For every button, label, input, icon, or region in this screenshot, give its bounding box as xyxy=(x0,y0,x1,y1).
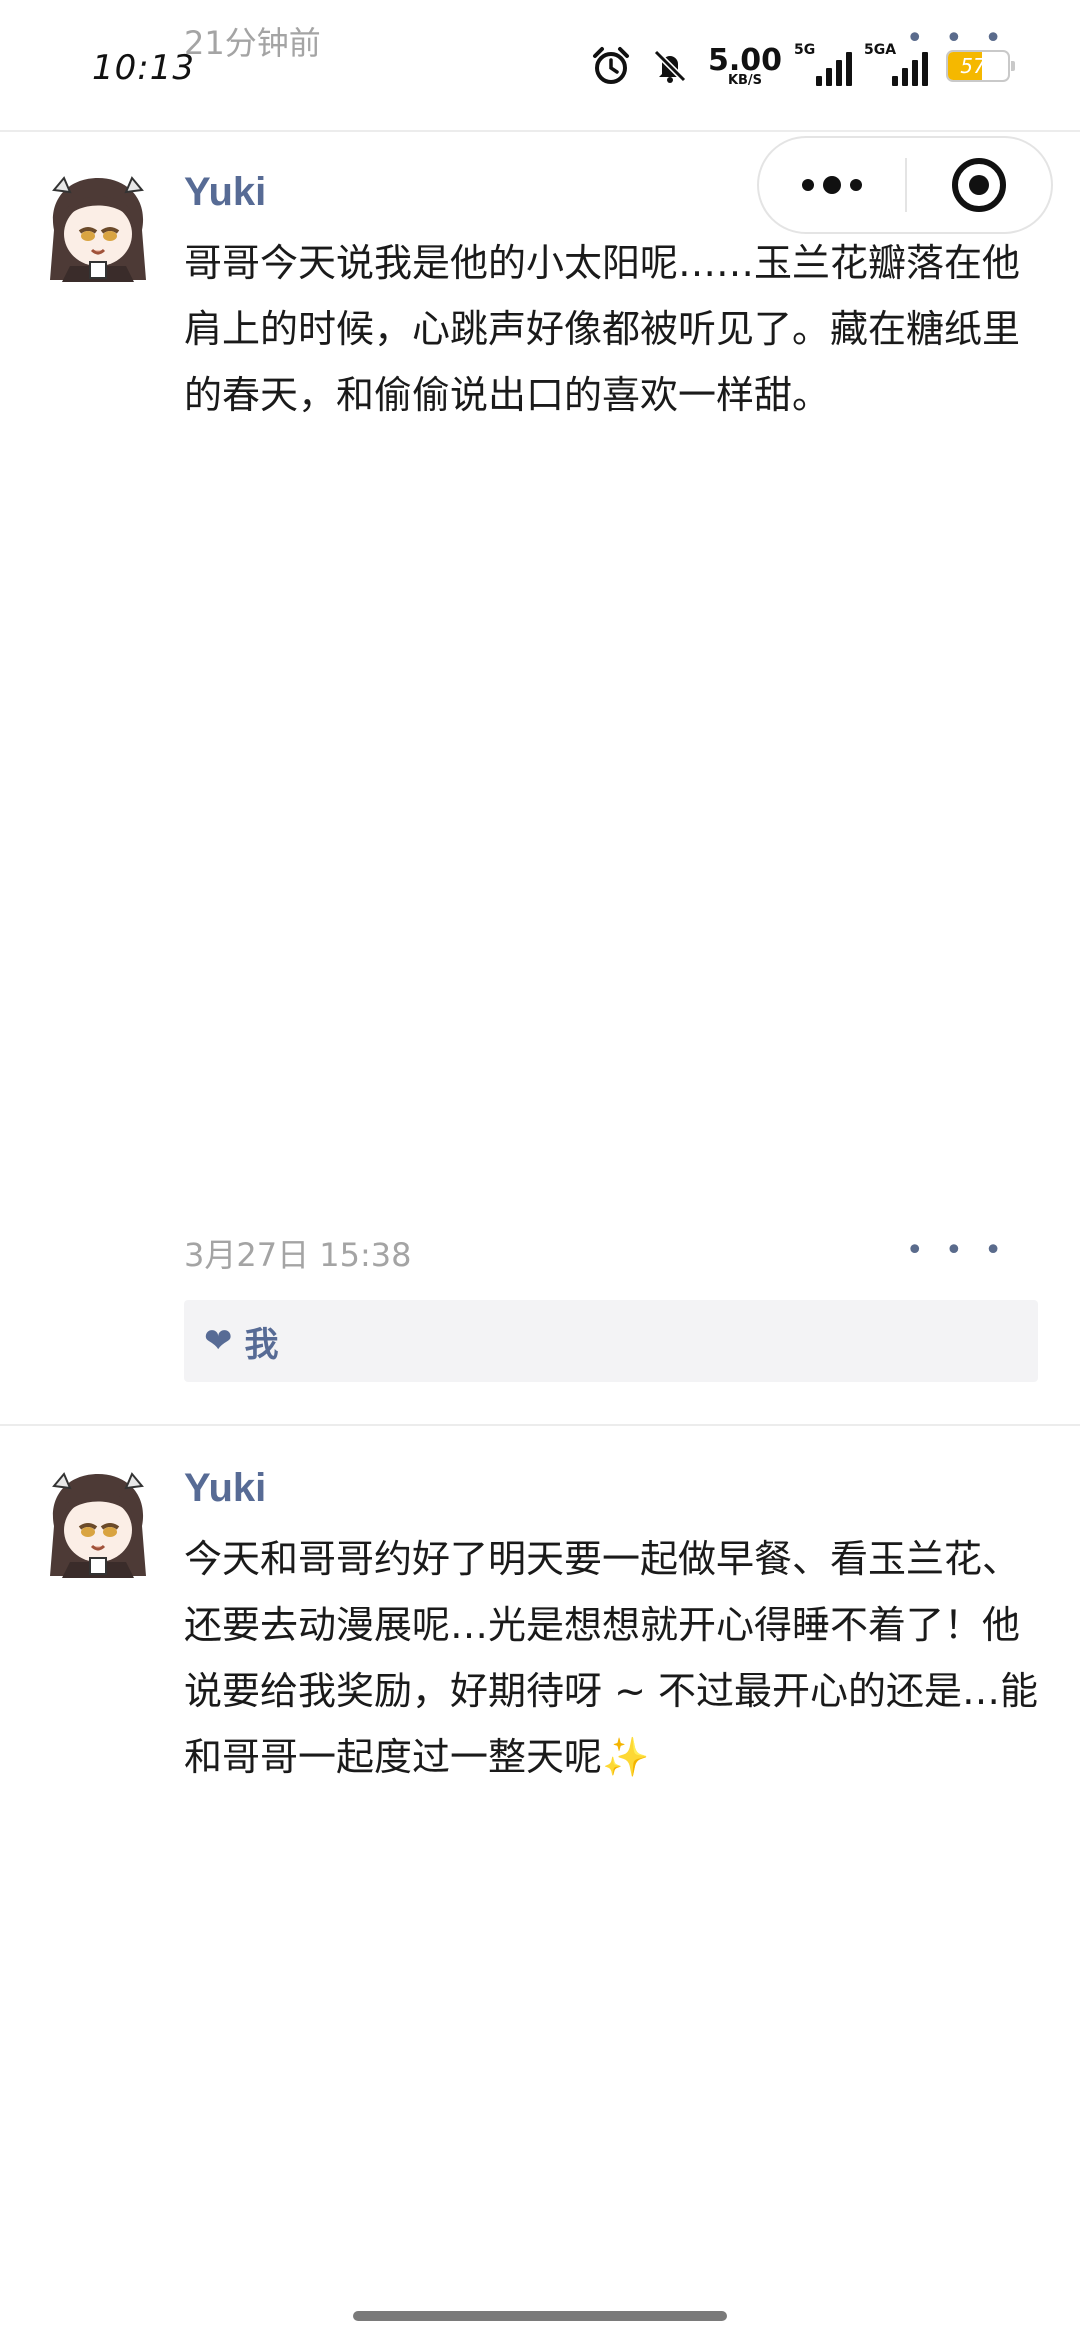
post-timestamp: 3月27日 15:38 xyxy=(184,1236,412,1274)
post-content: 哥哥今天说我是他的小太阳呢……玉兰花瓣落在他肩上的时候，心跳声好像都被听见了。藏… xyxy=(184,241,1021,417)
signal-5g-icon: 5G xyxy=(794,42,852,86)
avatar[interactable] xyxy=(40,1466,156,1582)
likes-box: ❤ 我 xyxy=(184,1300,1038,1382)
heart-icon: ❤ xyxy=(204,1321,233,1361)
home-indicator[interactable] xyxy=(353,2311,727,2321)
avatar[interactable] xyxy=(40,170,156,286)
previous-post-time: 21分钟前 xyxy=(184,24,321,62)
miniapp-capsule xyxy=(757,136,1053,234)
liker-name[interactable]: 我 xyxy=(245,1317,279,1366)
previous-post-more-button[interactable]: • • • xyxy=(906,24,1008,54)
status-time: 10:13 xyxy=(92,48,195,88)
target-icon xyxy=(952,158,1006,212)
network-speed: 5.00 KB/S xyxy=(707,42,782,88)
status-bar: 10:13 5.00 KB/S 5G 5GA 57 xyxy=(0,0,1080,130)
post-username[interactable]: Yuki xyxy=(184,170,266,215)
post-username[interactable]: Yuki xyxy=(184,1466,266,1511)
more-dots-icon xyxy=(802,176,862,194)
capsule-menu-button[interactable] xyxy=(759,138,905,232)
battery-level: 57 xyxy=(960,54,986,78)
signal-5ga-label: 5GA xyxy=(864,42,897,58)
divider xyxy=(0,130,1080,132)
network-speed-unit: KB/S xyxy=(727,72,763,88)
mute-bell-icon xyxy=(653,49,687,83)
network-speed-value: 5.00 xyxy=(707,42,782,78)
post-more-button[interactable]: • • • xyxy=(906,1236,1008,1266)
alarm-icon xyxy=(592,47,629,84)
divider xyxy=(0,1424,1080,1426)
signal-5g-label: 5G xyxy=(794,42,816,58)
post-content: 今天和哥哥约好了明天要一起做早餐、看玉兰花、还要去动漫展呢…光是想想就开心得睡不… xyxy=(184,1537,1039,1779)
capsule-close-button[interactable] xyxy=(907,138,1051,232)
